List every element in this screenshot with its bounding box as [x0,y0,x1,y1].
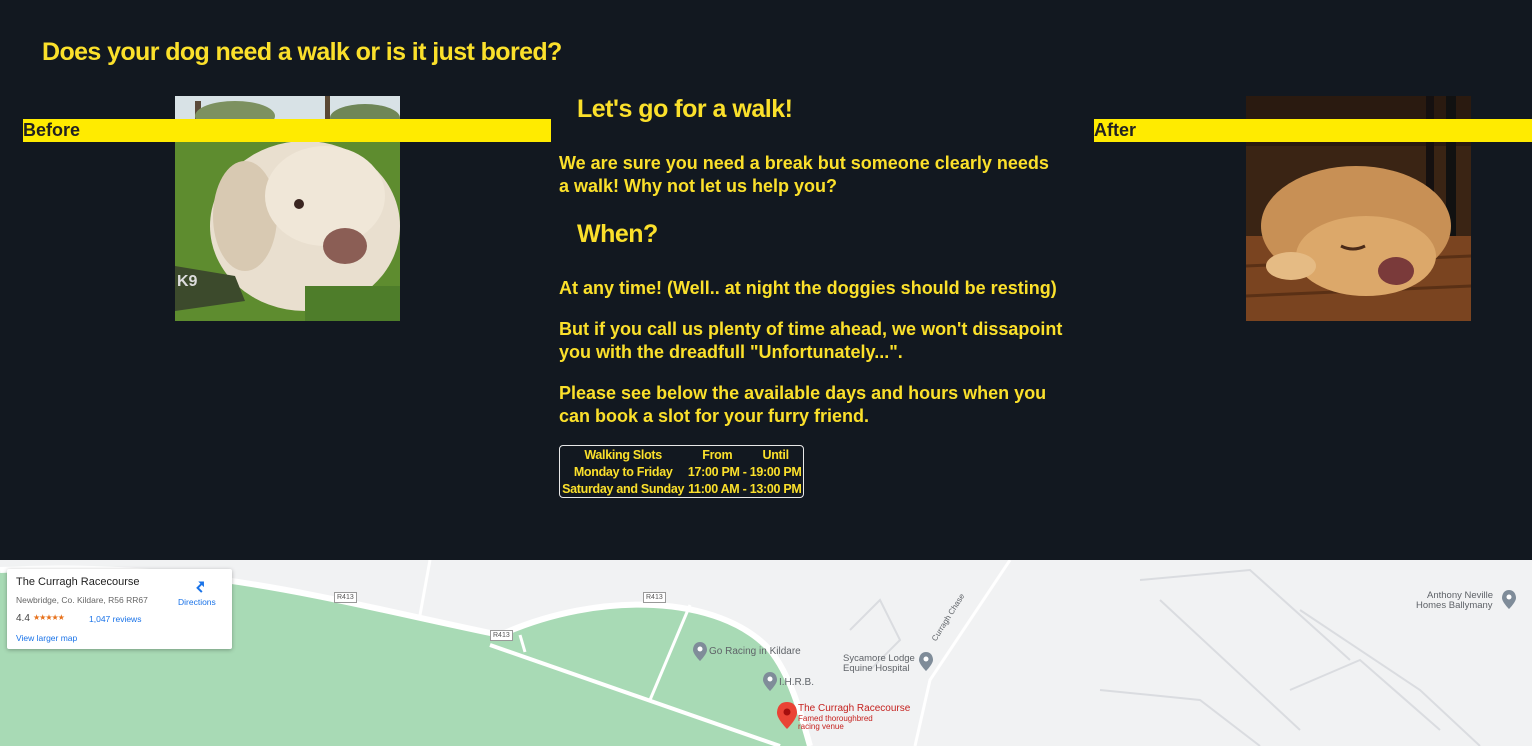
reviews-link[interactable]: 1,047 reviews [89,614,141,624]
table-cell: 17:00 PM - [687,464,747,479]
place-name: The Curragh Racecourse [16,576,140,588]
table-header: From [702,447,733,462]
page-title: Does your dog need a walk or is it just … [42,38,562,66]
before-label: Before [23,120,81,140]
when-text-3: Please see below the available days and … [559,383,1047,426]
table-cell: 13:00 PM [749,481,802,496]
walk-heading: Let's go for a walk! [577,95,793,123]
after-label: After [1094,120,1137,140]
table-header-row: Walking Slots From Until [560,446,803,463]
map-label-sycamore-2[interactable]: Equine Hospital [843,663,910,674]
directions-link[interactable]: Directions [178,597,216,607]
walk-text: We are sure you need a break but someone… [559,153,1049,196]
road-shield: R413 [643,592,666,603]
when-text-2: But if you call us plenty of time ahead,… [559,319,1063,362]
table-cell: Saturday and Sunday [562,481,685,496]
rating-stars-icon: ★★★★★ [33,613,65,622]
table-row: Monday to Friday 17:00 PM - 19:00 PM [560,463,803,480]
svg-text:K9: K9 [177,273,198,290]
map-place-card: The Curragh Racecourse Newbridge, Co. Ki… [7,569,232,649]
after-band: After [1094,119,1532,142]
table-row: Saturday and Sunday 11:00 AM - 13:00 PM [560,480,803,497]
walking-slots-table: Walking Slots From Until Monday to Frida… [559,445,804,498]
when-heading: When? [577,220,658,248]
map-label-racecourse[interactable]: The Curragh Racecourse [798,703,910,714]
directions-icon[interactable] [191,577,207,598]
embedded-map[interactable]: R413 R413 R413 Go Racing in Kildare I.H.… [0,560,1532,746]
road-shield: R413 [334,592,357,603]
when-text-1: At any time! (Well.. at night the doggie… [559,278,1057,298]
table-header: Walking Slots [584,447,662,462]
map-label-anthony-2[interactable]: Homes Ballymany [1416,600,1493,611]
map-label-go-racing[interactable]: Go Racing in Kildare [709,646,801,657]
table-header: Until [762,447,789,462]
table-cell: 19:00 PM [749,464,802,479]
map-label-racecourse-sub-2: racing venue [798,722,844,731]
place-address: Newbridge, Co. Kildare, R56 RR67 [16,595,148,605]
map-label-ihrb[interactable]: I.H.R.B. [779,677,814,688]
before-band: Before [23,119,551,142]
view-larger-map-link[interactable]: View larger map [16,633,77,643]
table-cell: Monday to Friday [573,464,673,479]
table-cell: 11:00 AM - [688,481,747,496]
road-shield: R413 [490,630,513,641]
place-rating: 4.4 [16,613,30,624]
